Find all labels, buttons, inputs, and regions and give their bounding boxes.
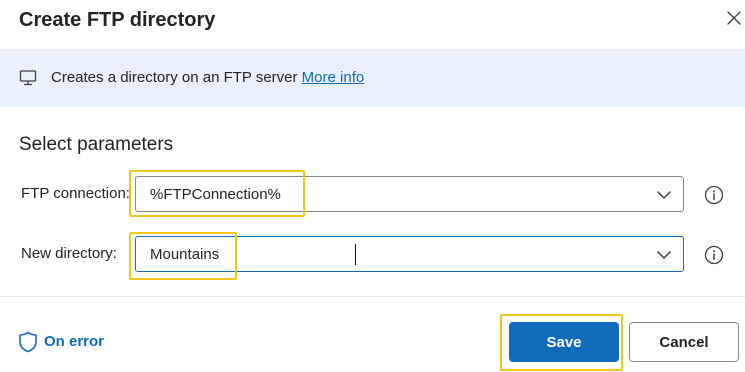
chevron-down-icon[interactable] (655, 186, 673, 204)
new-directory-field[interactable]: Mountains (135, 236, 684, 272)
info-circle-icon[interactable] (704, 245, 724, 265)
banner-text-container: Creates a directory on an FTP server Mor… (51, 68, 364, 88)
more-info-link[interactable]: More info (302, 69, 365, 86)
on-error-button[interactable]: On error (18, 330, 104, 354)
create-ftp-directory-dialog: Create FTP directory Creates a directory… (0, 0, 745, 372)
close-icon (727, 11, 741, 25)
banner-description: Creates a directory on an FTP server (51, 69, 298, 86)
close-button[interactable] (720, 6, 745, 32)
ftp-connection-value: %FTPConnection% (150, 186, 281, 203)
new-directory-label: New directory: (21, 245, 117, 262)
on-error-label: On error (44, 333, 105, 350)
new-directory-value: Mountains (150, 246, 220, 263)
footer-divider (0, 296, 745, 297)
shield-icon (19, 331, 37, 353)
save-button[interactable]: Save (509, 322, 619, 362)
cancel-button[interactable]: Cancel (629, 322, 739, 362)
ftp-connection-field[interactable]: %FTPConnection% (135, 176, 684, 212)
info-circle-icon[interactable] (704, 185, 724, 205)
chevron-down-icon[interactable] (655, 246, 673, 264)
section-title: Select parameters (19, 134, 174, 155)
info-banner: Creates a directory on an FTP server Mor… (0, 49, 745, 107)
text-cursor (355, 244, 356, 265)
computer-icon (19, 70, 37, 86)
ftp-connection-label: FTP connection: (21, 185, 130, 202)
dialog-title: Create FTP directory (19, 9, 216, 31)
